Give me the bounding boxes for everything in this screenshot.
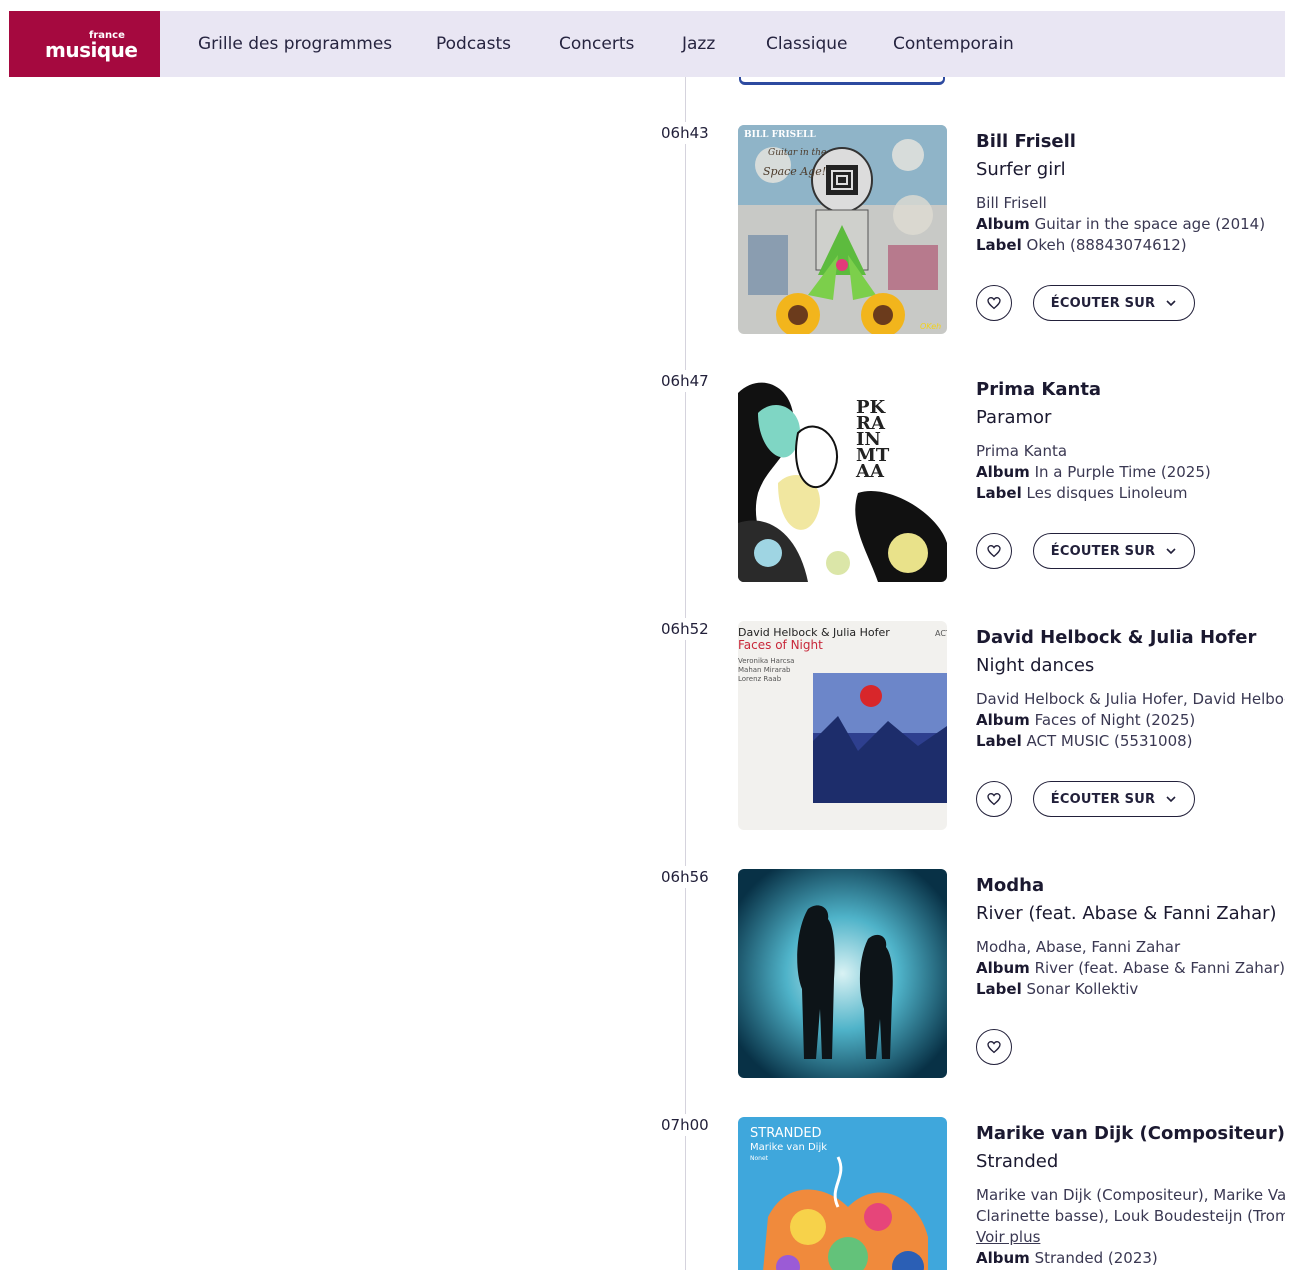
nav-item-jazz[interactable]: Jazz bbox=[682, 34, 715, 54]
track-info: Modha River (feat. Abase & Fanni Zahar) … bbox=[976, 872, 1285, 1000]
track-time: 06h56 bbox=[661, 866, 709, 888]
chevron-down-icon bbox=[1166, 300, 1176, 307]
album-cover[interactable]: STRANDED Marike van Dijk Nonet bbox=[738, 1117, 947, 1270]
track-label: Label Okeh (88843074612) bbox=[976, 236, 1187, 254]
favorite-button[interactable] bbox=[976, 781, 1012, 817]
heart-icon bbox=[987, 296, 1001, 310]
track-artist[interactable]: Marike van Dijk (Compositeur), Marik bbox=[976, 1123, 1285, 1151]
chevron-down-icon bbox=[1166, 796, 1176, 803]
chevron-down-icon bbox=[1166, 548, 1176, 555]
track-info: David Helbock & Julia Hofer Night dances… bbox=[976, 624, 1285, 752]
listen-on-label: ÉCOUTER SUR bbox=[1050, 791, 1156, 807]
track-item: 06h47 PK RA IN MT AA Prima Kanta Paramor… bbox=[9, 370, 1285, 590]
nav-item-contemporain[interactable]: Contemporain bbox=[893, 34, 1014, 54]
track-album: Album In a Purple Time (2025) bbox=[976, 463, 1211, 481]
see-more-link[interactable]: Voir plus bbox=[976, 1227, 1285, 1248]
track-performers: Modha, Abase, Fanni Zahar bbox=[976, 938, 1181, 956]
track-album: Album Guitar in the space age (2014) bbox=[976, 215, 1266, 233]
nav-item-concerts[interactable]: Concerts bbox=[559, 34, 634, 54]
track-time: 06h43 bbox=[661, 122, 709, 144]
track-performers: Bill Frisell bbox=[976, 194, 1047, 212]
france-musique-logo[interactable]: france musique bbox=[9, 11, 160, 77]
cover-text: Faces of Night bbox=[738, 638, 823, 652]
track-title: Paramor bbox=[976, 407, 1052, 428]
cover-text: OKeh bbox=[920, 322, 941, 331]
track-label: Label ACT MUSIC (5531008) bbox=[976, 732, 1193, 750]
logo-big-text: musique bbox=[45, 38, 138, 62]
cover-text: AA bbox=[855, 461, 885, 482]
track-album: Album Stranded (2023) bbox=[976, 1249, 1158, 1267]
track-info: Marike van Dijk (Compositeur), Marik Str… bbox=[976, 1120, 1285, 1269]
track-item: 06h52 David Helbock & Julia Hofer Faces … bbox=[9, 618, 1285, 838]
cover-text: Nonet bbox=[750, 1155, 769, 1162]
nav-item-podcasts[interactable]: Podcasts bbox=[436, 34, 511, 54]
track-title: River (feat. Abase & Fanni Zahar) bbox=[976, 903, 1277, 924]
track-performers: Marike van Dijk (Compositeur), Marike Va… bbox=[976, 1186, 1285, 1204]
cover-text: ACT bbox=[935, 629, 947, 638]
track-album: Album Faces of Night (2025) bbox=[976, 711, 1196, 729]
listen-on-button[interactable]: ÉCOUTER SUR bbox=[1033, 781, 1195, 817]
track-performers-continued: Clarinette basse), Louk Boudesteijn (Tro… bbox=[976, 1207, 1285, 1225]
track-performers: Prima Kanta bbox=[976, 442, 1068, 460]
album-cover[interactable]: David Helbock & Julia Hofer Faces of Nig… bbox=[738, 621, 947, 830]
listen-on-label: ÉCOUTER SUR bbox=[1050, 543, 1156, 559]
album-cover[interactable]: BILL FRISELL Guitar in the Space Age! OK… bbox=[738, 125, 947, 334]
heart-icon bbox=[987, 1040, 1001, 1054]
nav-item-classique[interactable]: Classique bbox=[766, 34, 847, 54]
cover-text: STRANDED bbox=[750, 1126, 822, 1141]
track-item: 07h00 STRANDED Marike van Dijk Nonet Mar… bbox=[9, 1114, 1285, 1270]
favorite-button[interactable] bbox=[976, 533, 1012, 569]
cover-text: Space Age! bbox=[763, 165, 826, 178]
listen-on-button[interactable]: ÉCOUTER SUR bbox=[1033, 533, 1195, 569]
track-album: Album River (feat. Abase & Fanni Zahar) … bbox=[976, 959, 1285, 977]
track-title: Surfer girl bbox=[976, 159, 1066, 180]
favorite-button[interactable] bbox=[976, 1029, 1012, 1065]
top-navigation-bar: france musique Grille des programmes Pod… bbox=[9, 11, 1285, 77]
track-artist[interactable]: Bill Frisell bbox=[976, 131, 1285, 159]
track-time: 06h52 bbox=[661, 618, 709, 640]
heart-icon bbox=[987, 792, 1001, 806]
page-frame: france musique Grille des programmes Pod… bbox=[9, 11, 1285, 1270]
track-time: 07h00 bbox=[661, 1114, 709, 1136]
cover-text: Marike van Dijk bbox=[750, 1142, 827, 1153]
track-item: 06h43 BILL FRISELL Guitar in the Space A… bbox=[9, 122, 1285, 342]
heart-icon bbox=[987, 544, 1001, 558]
track-artist[interactable]: Modha bbox=[976, 875, 1285, 903]
cover-text: Mahan Mirarab bbox=[738, 666, 791, 674]
cover-text: Veronika Harcsa bbox=[738, 657, 794, 665]
track-label: Label Les disques Linoleum bbox=[976, 484, 1188, 502]
track-artist[interactable]: David Helbock & Julia Hofer bbox=[976, 627, 1285, 655]
album-cover[interactable]: PK RA IN MT AA bbox=[738, 373, 947, 582]
nav-item-grille[interactable]: Grille des programmes bbox=[198, 34, 392, 54]
track-performers: David Helbock & Julia Hofer, David Helbo… bbox=[976, 690, 1285, 708]
listen-on-button[interactable]: ÉCOUTER SUR bbox=[1033, 285, 1195, 321]
cover-text: Lorenz Raab bbox=[738, 675, 782, 683]
track-artist[interactable]: Prima Kanta bbox=[976, 379, 1285, 407]
track-label: Label Sonar Kollektiv bbox=[976, 980, 1139, 998]
track-time: 06h47 bbox=[661, 370, 709, 392]
album-cover[interactable] bbox=[738, 869, 947, 1078]
favorite-button[interactable] bbox=[976, 285, 1012, 321]
track-title: Stranded bbox=[976, 1151, 1059, 1172]
track-title: Night dances bbox=[976, 655, 1095, 676]
cover-text: Guitar in the bbox=[768, 148, 826, 158]
track-info: Bill Frisell Surfer girl Bill Frisell Al… bbox=[976, 128, 1285, 256]
listen-on-label: ÉCOUTER SUR bbox=[1050, 295, 1156, 311]
cover-text: BILL FRISELL bbox=[744, 130, 816, 140]
track-info: Prima Kanta Paramor Prima Kanta Album In… bbox=[976, 376, 1285, 504]
track-item: 06h56 Modha River (feat. Abase & Fanni Z… bbox=[9, 866, 1285, 1086]
